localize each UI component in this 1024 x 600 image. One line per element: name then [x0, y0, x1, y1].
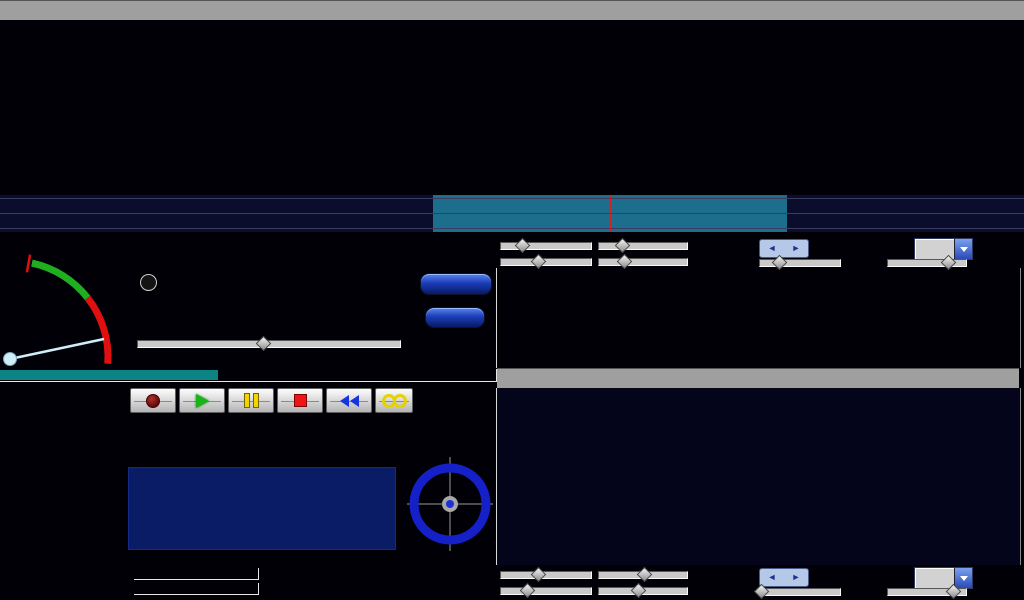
- freqmgr-button[interactable]: [420, 273, 492, 295]
- rf-waterfall-display[interactable]: [0, 0, 1024, 176]
- mode-button-row: [133, 240, 491, 264]
- smeter-peak-needle: [27, 255, 30, 273]
- volume-slider[interactable]: [137, 337, 401, 349]
- loop-button[interactable]: [375, 388, 413, 413]
- loop-icon: [382, 394, 407, 408]
- phase-knob-center: [446, 500, 454, 508]
- cpu-hdsdr-bar: [134, 568, 259, 580]
- rf-frequency-ruler[interactable]: [0, 0, 1024, 20]
- audio-waterfall-frame: [496, 268, 1021, 368]
- tune-cursor-line: [610, 195, 611, 232]
- zoom-slider[interactable]: [759, 256, 841, 268]
- smeter-green-arc: [32, 263, 88, 298]
- playback-position-fill: [0, 370, 218, 380]
- play-icon: [196, 394, 209, 408]
- speed-slider[interactable]: [887, 256, 967, 268]
- spectrum-gain-slider[interactable]: [500, 584, 592, 596]
- stop-icon: [294, 394, 307, 407]
- recorder-controls: [130, 388, 413, 413]
- main-menu: [6, 389, 126, 599]
- pause-icon: [244, 393, 259, 408]
- stop-button[interactable]: [277, 388, 323, 413]
- hdsdr-window: ◄ ► ◄ ►: [0, 0, 1024, 600]
- extio-button[interactable]: [425, 307, 485, 328]
- rewind-icon: [339, 395, 359, 407]
- waterfall-brightness-slider[interactable]: [500, 568, 592, 580]
- lo-label: [136, 274, 157, 298]
- playback-position-bar[interactable]: [0, 369, 497, 382]
- rf-spectrum-strip[interactable]: [0, 195, 1024, 232]
- waterfall-brightness-slider[interactable]: [500, 239, 592, 251]
- play-button[interactable]: [179, 388, 225, 413]
- pause-button[interactable]: [228, 388, 274, 413]
- audio-frequency-ruler[interactable]: [497, 368, 1019, 389]
- rf-spectrum-trace: [0, 195, 1024, 232]
- squelch-needle[interactable]: [10, 339, 104, 359]
- dsp-panel: [128, 467, 396, 550]
- cpu-total-bar: [134, 583, 259, 595]
- audio-waterfall-display[interactable]: [497, 268, 1018, 368]
- scroll-right-icon[interactable]: ►: [792, 573, 801, 582]
- scroll-left-icon[interactable]: ◄: [768, 244, 777, 253]
- spectrum-gain-slider[interactable]: [500, 255, 592, 267]
- phase-dial[interactable]: [407, 457, 493, 551]
- auto-mode-badge[interactable]: [140, 274, 157, 291]
- waterfall-contrast-slider[interactable]: [598, 239, 688, 251]
- s-meter: [0, 239, 126, 379]
- audio-display-controls-top: ◄ ►: [497, 237, 1024, 269]
- waterfall-contrast-slider[interactable]: [598, 568, 688, 580]
- spectrum-range-slider[interactable]: [598, 255, 688, 267]
- zoom-slider[interactable]: [759, 585, 841, 597]
- audio-spectrum-display[interactable]: [496, 388, 1021, 565]
- record-button[interactable]: [130, 388, 176, 413]
- record-icon: [146, 394, 160, 408]
- scroll-right-icon[interactable]: ►: [792, 244, 801, 253]
- smeter-red-arc: [88, 298, 108, 364]
- spectrum-range-slider[interactable]: [598, 584, 688, 596]
- ruler-ticks: [497, 369, 1019, 389]
- ruler-ticks: [0, 1, 1024, 20]
- squelch-knob[interactable]: [4, 353, 17, 366]
- rewind-button[interactable]: [326, 388, 372, 413]
- audio-spectrum-plot: [497, 388, 1018, 565]
- audio-display-controls-bottom: ◄ ►: [497, 566, 1024, 598]
- scroll-left-icon[interactable]: ◄: [768, 573, 777, 582]
- speed-slider[interactable]: [887, 585, 967, 597]
